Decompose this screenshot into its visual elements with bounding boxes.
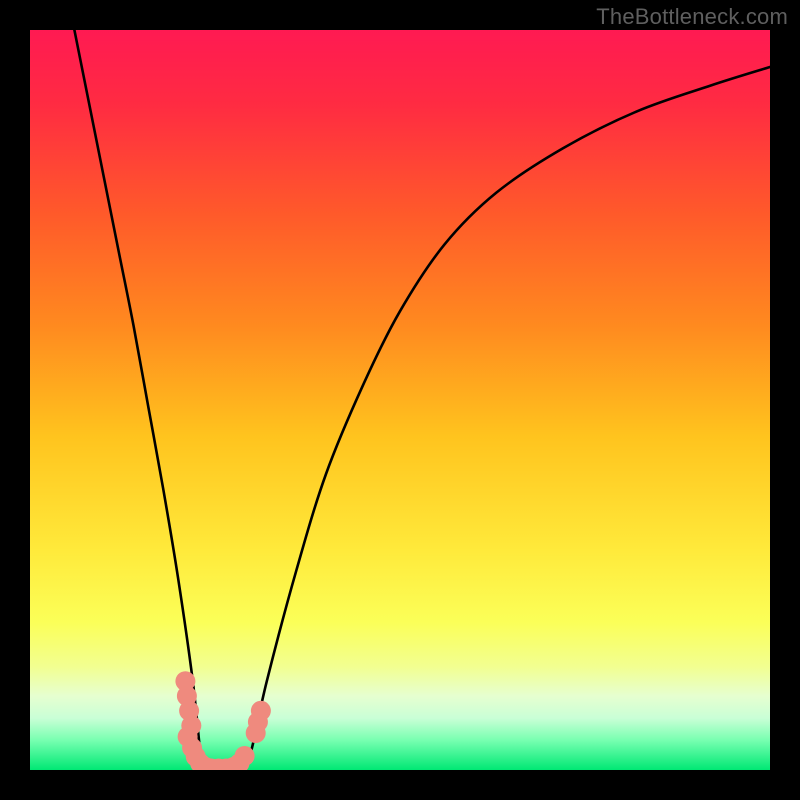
- marker-dot: [251, 701, 271, 721]
- marker-dot: [235, 746, 255, 766]
- bottleneck-curve: [74, 30, 770, 770]
- curve-layer: [30, 30, 770, 770]
- plot-area: [30, 30, 770, 770]
- attribution-text: TheBottleneck.com: [596, 4, 788, 30]
- data-markers: [175, 671, 270, 770]
- chart-frame: TheBottleneck.com: [0, 0, 800, 800]
